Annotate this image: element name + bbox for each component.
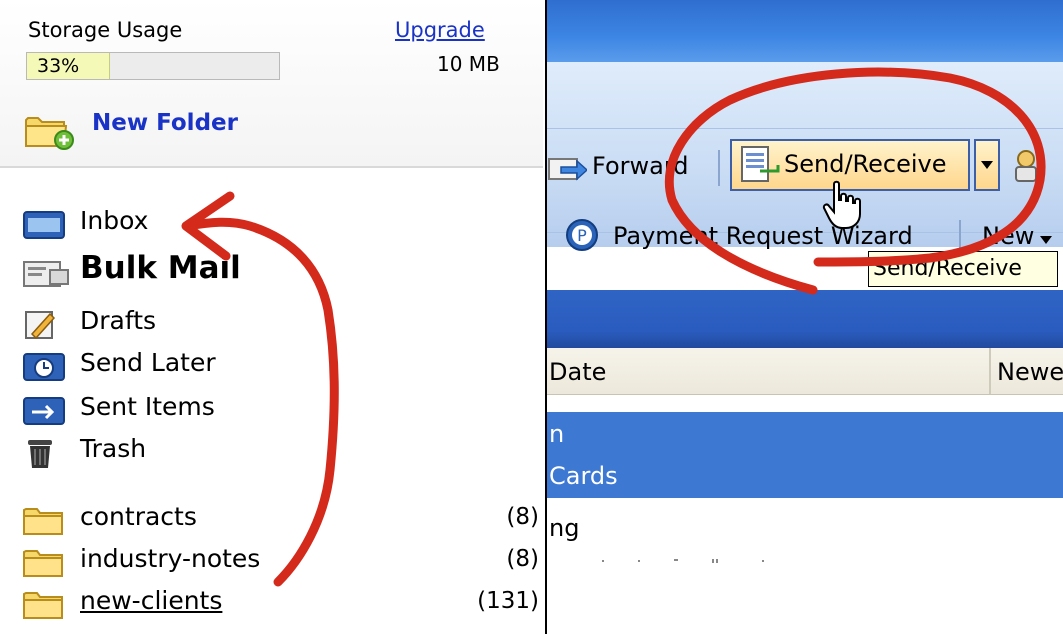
chevron-down-icon bbox=[981, 161, 993, 169]
folder-label: new-clients bbox=[80, 586, 223, 615]
navigation-band bbox=[547, 290, 1063, 348]
send-later-icon bbox=[23, 353, 65, 381]
forward-icon bbox=[548, 158, 587, 181]
folder-label: contracts bbox=[80, 502, 197, 531]
column-header-date[interactable]: Date bbox=[549, 358, 606, 386]
bulk-mail-icon bbox=[23, 261, 69, 287]
payment-icon: P bbox=[566, 219, 598, 251]
title-bar bbox=[547, 0, 1063, 62]
message-list-item[interactable]: n bbox=[549, 420, 564, 448]
inbox-folder-icon bbox=[23, 211, 65, 239]
outlook-window: Forward Send/Receive P Payment Request W… bbox=[547, 0, 1063, 634]
column-divider[interactable] bbox=[989, 348, 991, 394]
folder-count: (131) bbox=[477, 588, 539, 614]
storage-usage-label: Storage Usage bbox=[28, 18, 183, 42]
forward-button[interactable]: Forward bbox=[547, 145, 719, 189]
toolbar-separator bbox=[959, 220, 961, 254]
message-list-item[interactable]: ng bbox=[549, 514, 579, 542]
new-folder-icon bbox=[25, 117, 74, 150]
tooltip-text: Send/Receive bbox=[873, 256, 1022, 281]
upgrade-link[interactable]: Upgrade bbox=[395, 18, 485, 42]
chevron-down-icon bbox=[1040, 236, 1052, 244]
trash-icon bbox=[28, 440, 52, 468]
message-preview-fragment bbox=[602, 559, 764, 563]
send-receive-label: Send/Receive bbox=[784, 150, 947, 178]
selected-rows-highlight bbox=[547, 412, 1063, 498]
storage-usage-area: Storage Usage Upgrade 33% 10 MB New Fold… bbox=[0, 0, 543, 168]
send-receive-icon bbox=[741, 146, 780, 182]
storage-size: 10 MB bbox=[437, 52, 500, 76]
folder-count: (8) bbox=[506, 504, 539, 530]
tooltip: Send/Receive bbox=[868, 251, 1058, 287]
folder-label: Trash bbox=[80, 434, 147, 463]
new-folder-label: New Folder bbox=[92, 110, 238, 136]
column-header-sort[interactable]: Newest bbox=[997, 358, 1063, 386]
payment-request-label: Payment Request Wizard bbox=[613, 222, 913, 250]
folder-label: Inbox bbox=[80, 206, 149, 235]
folder-label: Sent Items bbox=[80, 392, 215, 421]
folder-icon bbox=[23, 592, 63, 619]
sent-items-icon bbox=[23, 397, 65, 425]
folder-label: Send Later bbox=[80, 348, 216, 377]
toolbar-divider bbox=[547, 128, 1063, 129]
folder-icon bbox=[23, 550, 63, 577]
svg-text:P: P bbox=[577, 226, 587, 245]
message-list-header: Date Newest bbox=[547, 348, 1063, 395]
address-book-icon[interactable] bbox=[1010, 147, 1050, 183]
toolbar-separator bbox=[718, 150, 720, 186]
new-label: New bbox=[982, 222, 1035, 250]
folder-icon bbox=[23, 508, 63, 535]
folder-label: industry-notes bbox=[80, 544, 261, 573]
storage-percent: 33% bbox=[37, 55, 80, 77]
forward-label: Forward bbox=[592, 152, 689, 180]
folder-label: Drafts bbox=[80, 306, 157, 335]
storage-progress-bar: 33% bbox=[26, 52, 280, 80]
folder-label: Bulk Mail bbox=[80, 250, 241, 286]
folder-count: (8) bbox=[506, 546, 539, 572]
left-folder-pane: Storage Usage Upgrade 33% 10 MB New Fold… bbox=[0, 0, 547, 634]
drafts-icon bbox=[25, 311, 56, 340]
hand-cursor-icon bbox=[822, 180, 861, 229]
send-receive-dropdown[interactable] bbox=[974, 139, 1000, 191]
message-list-item[interactable]: Cards bbox=[549, 462, 618, 490]
